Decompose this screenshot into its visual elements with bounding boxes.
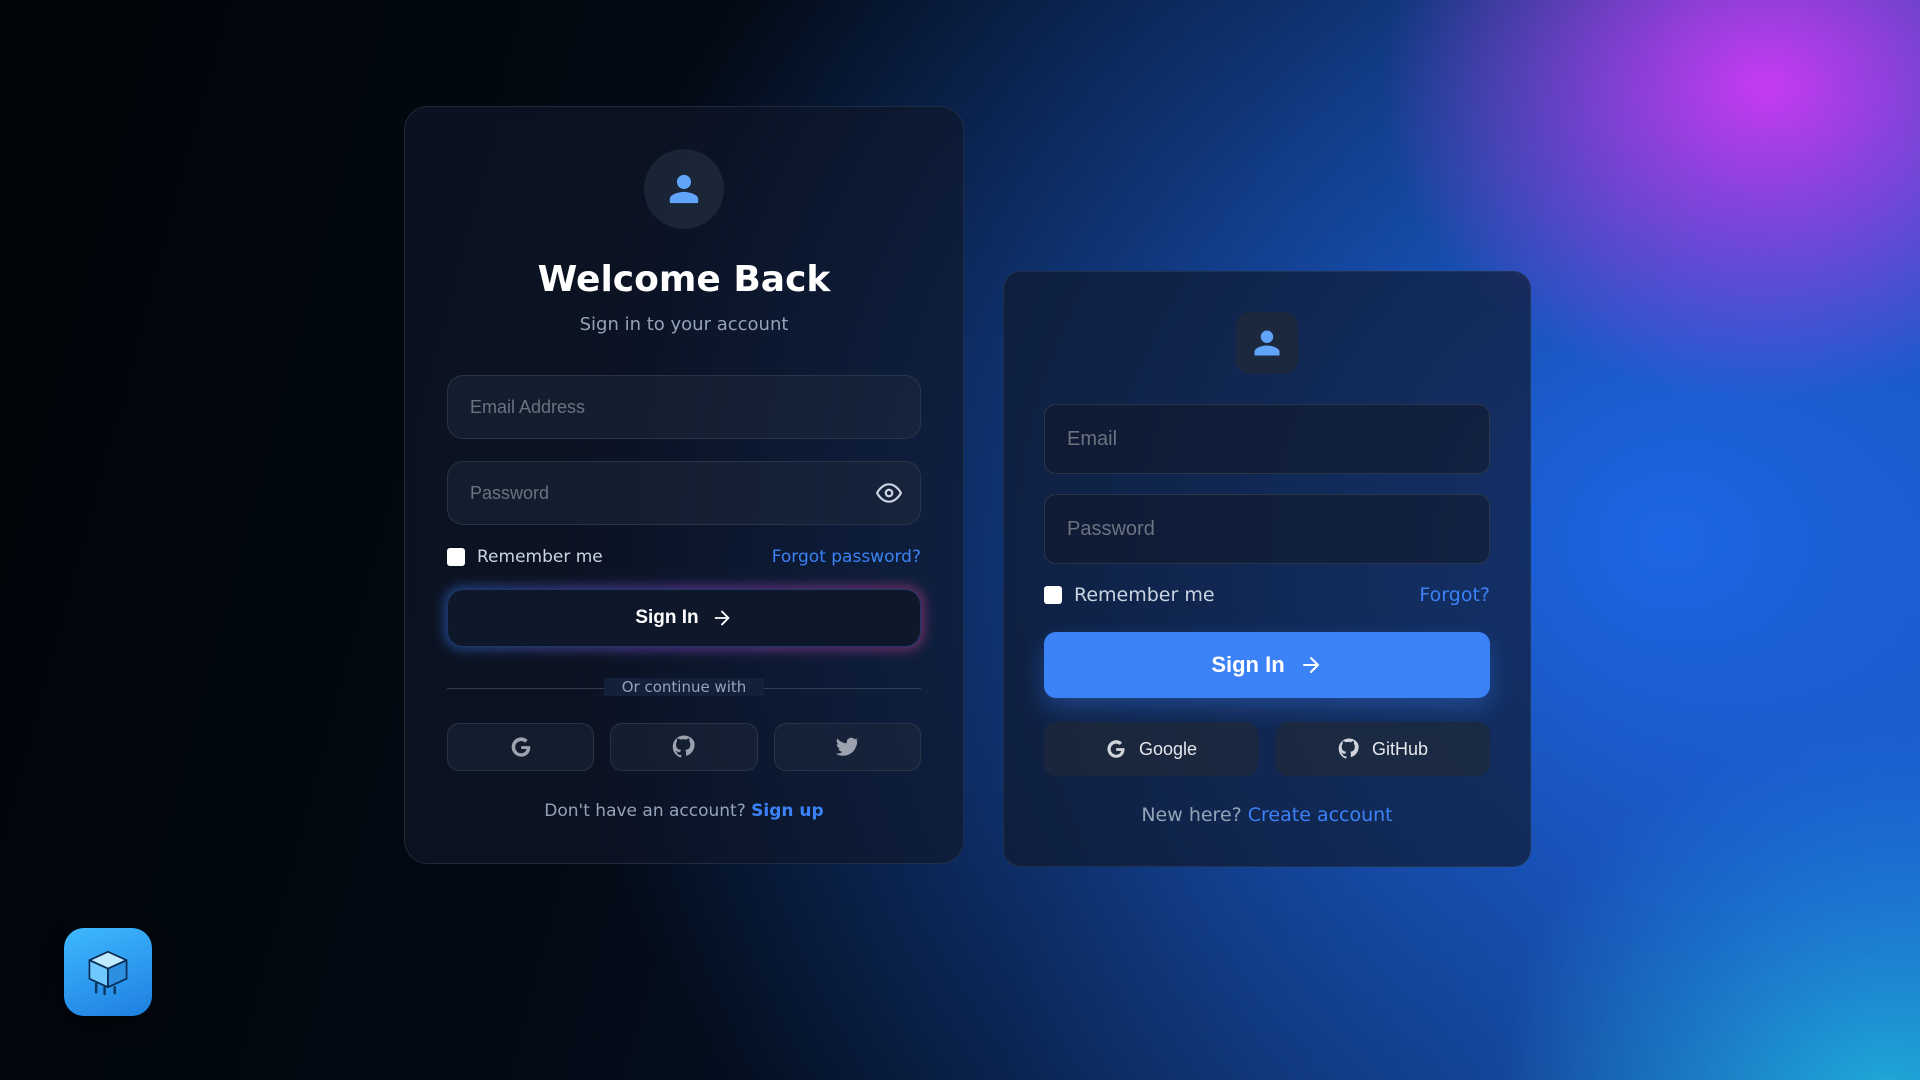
github-icon xyxy=(672,735,696,759)
signin-button-label: Sign In xyxy=(635,607,698,629)
login-card-compact: Remember me Forgot? Sign In Google GitHu… xyxy=(1003,271,1531,867)
signin-button[interactable]: Sign In xyxy=(447,589,921,647)
footer-text: New here? xyxy=(1141,804,1247,826)
arrow-right-icon xyxy=(711,607,733,629)
remember-me-checkbox[interactable]: Remember me xyxy=(1044,584,1215,606)
create-account-link[interactable]: Create account xyxy=(1248,804,1393,826)
google-button[interactable] xyxy=(447,723,594,771)
checkbox-icon xyxy=(447,548,465,566)
divider: Or continue with xyxy=(447,677,921,699)
forgot-link[interactable]: Forgot? xyxy=(1419,584,1490,606)
remember-me-label: Remember me xyxy=(477,547,603,567)
login-card-large: Welcome Back Sign in to your account Rem… xyxy=(404,106,964,864)
social-buttons: Google GitHub xyxy=(1044,722,1490,776)
twitter-button[interactable] xyxy=(774,723,921,771)
options-row: Remember me Forgot? xyxy=(1044,584,1490,606)
user-icon xyxy=(667,172,701,206)
signin-button[interactable]: Sign In xyxy=(1044,632,1490,698)
user-icon xyxy=(1252,328,1282,358)
google-label: Google xyxy=(1139,739,1197,760)
eye-icon[interactable] xyxy=(875,479,903,507)
signin-button-label: Sign In xyxy=(1211,652,1284,678)
signin-wrap: Sign In xyxy=(447,589,921,647)
github-icon xyxy=(1338,738,1360,760)
forgot-password-link[interactable]: Forgot password? xyxy=(772,547,921,567)
signup-link[interactable]: Sign up xyxy=(751,801,824,821)
github-button[interactable]: GitHub xyxy=(1276,722,1490,776)
remember-me-checkbox[interactable]: Remember me xyxy=(447,547,603,567)
password-field[interactable] xyxy=(1044,494,1490,564)
page-title: Welcome Back xyxy=(447,259,921,300)
arrow-right-icon xyxy=(1299,653,1323,677)
twitter-icon xyxy=(835,735,859,759)
create-account-footer: New here? Create account xyxy=(1044,804,1490,826)
google-icon xyxy=(1105,738,1127,760)
page-subtitle: Sign in to your account xyxy=(447,314,921,335)
avatar-circle xyxy=(644,149,724,229)
avatar-square xyxy=(1236,312,1298,374)
email-field[interactable] xyxy=(1044,404,1490,474)
cube-icon xyxy=(81,945,135,999)
password-field[interactable] xyxy=(447,461,921,525)
divider-label: Or continue with xyxy=(604,678,765,696)
avatar-wrap xyxy=(1044,312,1490,374)
email-field[interactable] xyxy=(447,375,921,439)
social-buttons xyxy=(447,723,921,771)
avatar-wrap xyxy=(447,149,921,229)
password-wrap xyxy=(447,461,921,525)
google-button[interactable]: Google xyxy=(1044,722,1258,776)
options-row: Remember me Forgot password? xyxy=(447,547,921,567)
remember-me-label: Remember me xyxy=(1074,584,1215,606)
signup-footer: Don't have an account? Sign up xyxy=(447,801,921,821)
brand-badge xyxy=(64,928,152,1016)
github-label: GitHub xyxy=(1372,739,1428,760)
checkbox-icon xyxy=(1044,586,1062,604)
google-icon xyxy=(509,735,533,759)
github-button[interactable] xyxy=(610,723,757,771)
footer-text: Don't have an account? xyxy=(544,801,751,821)
